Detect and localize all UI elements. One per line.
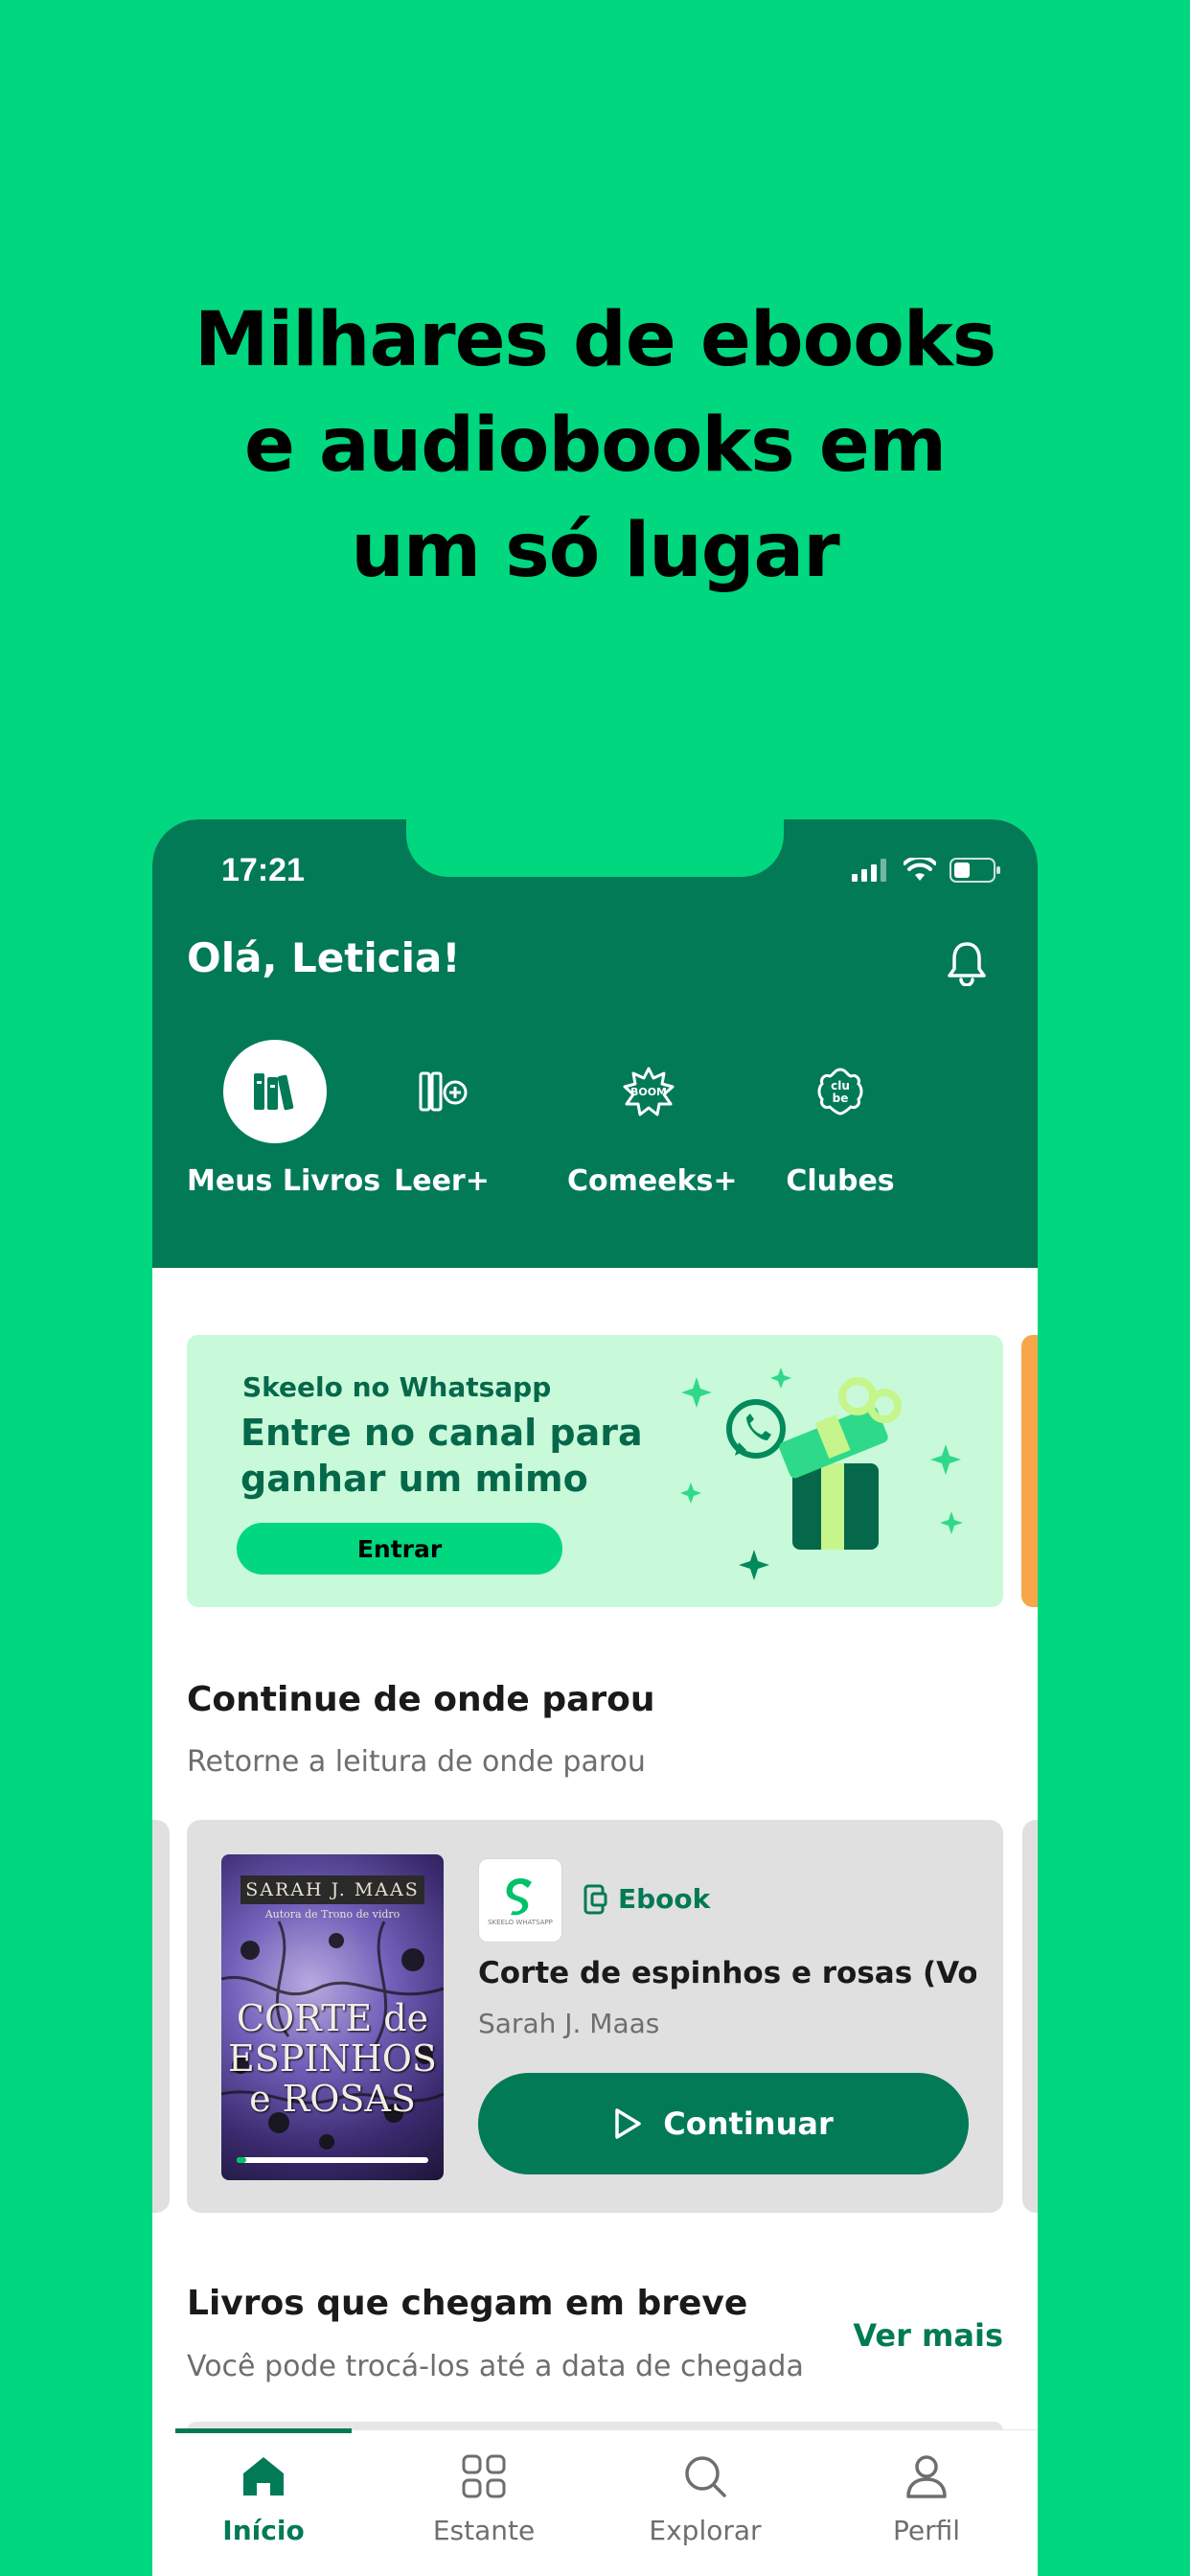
next-banner-peek[interactable] — [1021, 1335, 1038, 1607]
cover-title: CORTE de ESPINHOS e ROSAS — [221, 1998, 444, 2119]
tab-explorar[interactable]: Explorar — [617, 2448, 793, 2546]
category-icon-circle: clu be — [789, 1040, 892, 1143]
svg-text:BOOM: BOOM — [630, 1086, 667, 1098]
tab-label: Estante — [432, 2515, 536, 2546]
cover-author: SARAH J. MAAS — [240, 1875, 424, 1904]
skeelo-logo-icon — [506, 1878, 532, 1916]
headline-line-1: Milhares de ebooks — [194, 297, 996, 383]
book-author: Sarah J. Maas — [478, 2008, 660, 2039]
battery-icon — [950, 858, 1000, 883]
bottom-tab-bar: Início Estante Explorar Perfil — [175, 2428, 1038, 2576]
continue-section-title: Continue de onde parou — [187, 1680, 655, 1719]
skeelo-brand-badge: SKEELO WHATSAPP — [478, 1858, 562, 1943]
signal-icon — [852, 859, 886, 882]
tab-inicio[interactable]: Início — [175, 2448, 352, 2546]
continue-reading-button[interactable]: Continuar — [478, 2073, 969, 2174]
phone-screen: 17:21 Olá, Leticia! Meus Livros Leer+ BO… — [152, 819, 1038, 2576]
search-icon — [685, 2456, 726, 2497]
active-tab-indicator — [175, 2428, 352, 2433]
books-icon — [253, 1073, 293, 1111]
continue-button-label: Continuar — [663, 2105, 834, 2142]
category-icon-circle — [392, 1040, 495, 1143]
whatsapp-gift-illustration — [680, 1368, 963, 1580]
status-icons — [852, 858, 1001, 883]
comic-burst-icon: BOOM — [623, 1067, 675, 1116]
upcoming-section-title: Livros que chegam em breve — [187, 2284, 748, 2323]
add-library-icon — [419, 1071, 468, 1112]
cover-title-line-2: ESPINHOS — [228, 2037, 437, 2080]
book-title[interactable]: Corte de espinhos e rosas (Vol.... — [478, 1956, 976, 1990]
greeting-text: Olá, Leticia! — [187, 934, 461, 981]
category-meus-livros[interactable]: Meus Livros — [187, 1040, 381, 1198]
banner-title: Entre no canal para ganhar um mimo — [240, 1412, 643, 1500]
headline-line-3: um só lugar — [351, 508, 839, 594]
grid-icon — [462, 2454, 506, 2498]
tab-label: Explorar — [649, 2515, 762, 2546]
wifi-icon — [904, 858, 936, 881]
category-icon-circle: BOOM — [597, 1040, 700, 1143]
banner-enter-button[interactable]: Entrar — [237, 1523, 562, 1575]
cover-title-line-1: CORTE de — [236, 1997, 429, 2039]
see-more-link[interactable]: Ver mais — [853, 2317, 1003, 2354]
cover-subtitle: Autora de Trono de vidro — [264, 1908, 400, 1920]
promo-headline: Milhares de ebooks e audiobooks em um só… — [0, 288, 1190, 604]
tab-label: Perfil — [892, 2515, 961, 2546]
play-icon — [615, 2108, 642, 2139]
tab-estante[interactable]: Estante — [396, 2448, 572, 2546]
brand-text: SKEELO WHATSAPP — [488, 1919, 553, 1926]
cover-title-line-3: e ROSAS — [249, 2078, 416, 2120]
reading-progress-fill — [237, 2157, 246, 2163]
category-label: Leer+ — [394, 1164, 490, 1198]
reading-progress-bar — [237, 2157, 428, 2163]
category-label: Meus Livros — [187, 1164, 381, 1198]
upcoming-section-subtitle: Você pode trocá-los até a data de chegad… — [187, 2350, 804, 2383]
tab-label: Início — [222, 2515, 305, 2546]
app-header: 17:21 Olá, Leticia! Meus Livros Leer+ BO… — [152, 819, 1038, 1268]
svg-text:be: be — [833, 1092, 849, 1105]
status-time: 17:21 — [221, 852, 305, 888]
home-icon — [243, 2457, 284, 2496]
continue-section-subtitle: Retorne a leitura de onde parou — [187, 1745, 646, 1779]
ebook-device-icon — [584, 1884, 607, 1914]
format-label: Ebook — [618, 1883, 711, 1915]
phone-notch — [406, 819, 784, 877]
category-label: Clubes — [786, 1164, 895, 1198]
book-format-tag: Ebook — [584, 1883, 710, 1915]
category-row: Meus Livros Leer+ BOOM Comeeks+ clu be C… — [152, 1040, 1038, 1212]
continue-reading-card[interactable]: SARAH J. MAAS Autora de Trono de vidro C… — [187, 1820, 1003, 2213]
svg-text:clu: clu — [831, 1079, 850, 1092]
banner-kicker: Skeelo no Whatsapp — [242, 1371, 552, 1403]
notification-bell-icon[interactable] — [946, 940, 988, 990]
category-icon-circle — [222, 1040, 327, 1143]
user-icon — [906, 2455, 947, 2498]
headline-line-2: e audiobooks em — [243, 402, 947, 489]
category-clubes[interactable]: clu be Clubes — [785, 1040, 896, 1198]
category-comeeks-plus[interactable]: BOOM Comeeks+ — [567, 1040, 738, 1198]
club-badge-icon: clu be — [817, 1068, 863, 1116]
previous-card-peek[interactable] — [152, 1820, 170, 2213]
category-leer-plus[interactable]: Leer+ — [392, 1040, 492, 1198]
whatsapp-promo-banner[interactable]: Skeelo no Whatsapp Entre no canal para g… — [187, 1335, 1003, 1607]
book-cover[interactable]: SARAH J. MAAS Autora de Trono de vidro C… — [221, 1854, 444, 2180]
tab-perfil[interactable]: Perfil — [838, 2448, 1015, 2546]
next-card-peek[interactable] — [1022, 1820, 1038, 2213]
category-label: Comeeks+ — [567, 1164, 738, 1198]
